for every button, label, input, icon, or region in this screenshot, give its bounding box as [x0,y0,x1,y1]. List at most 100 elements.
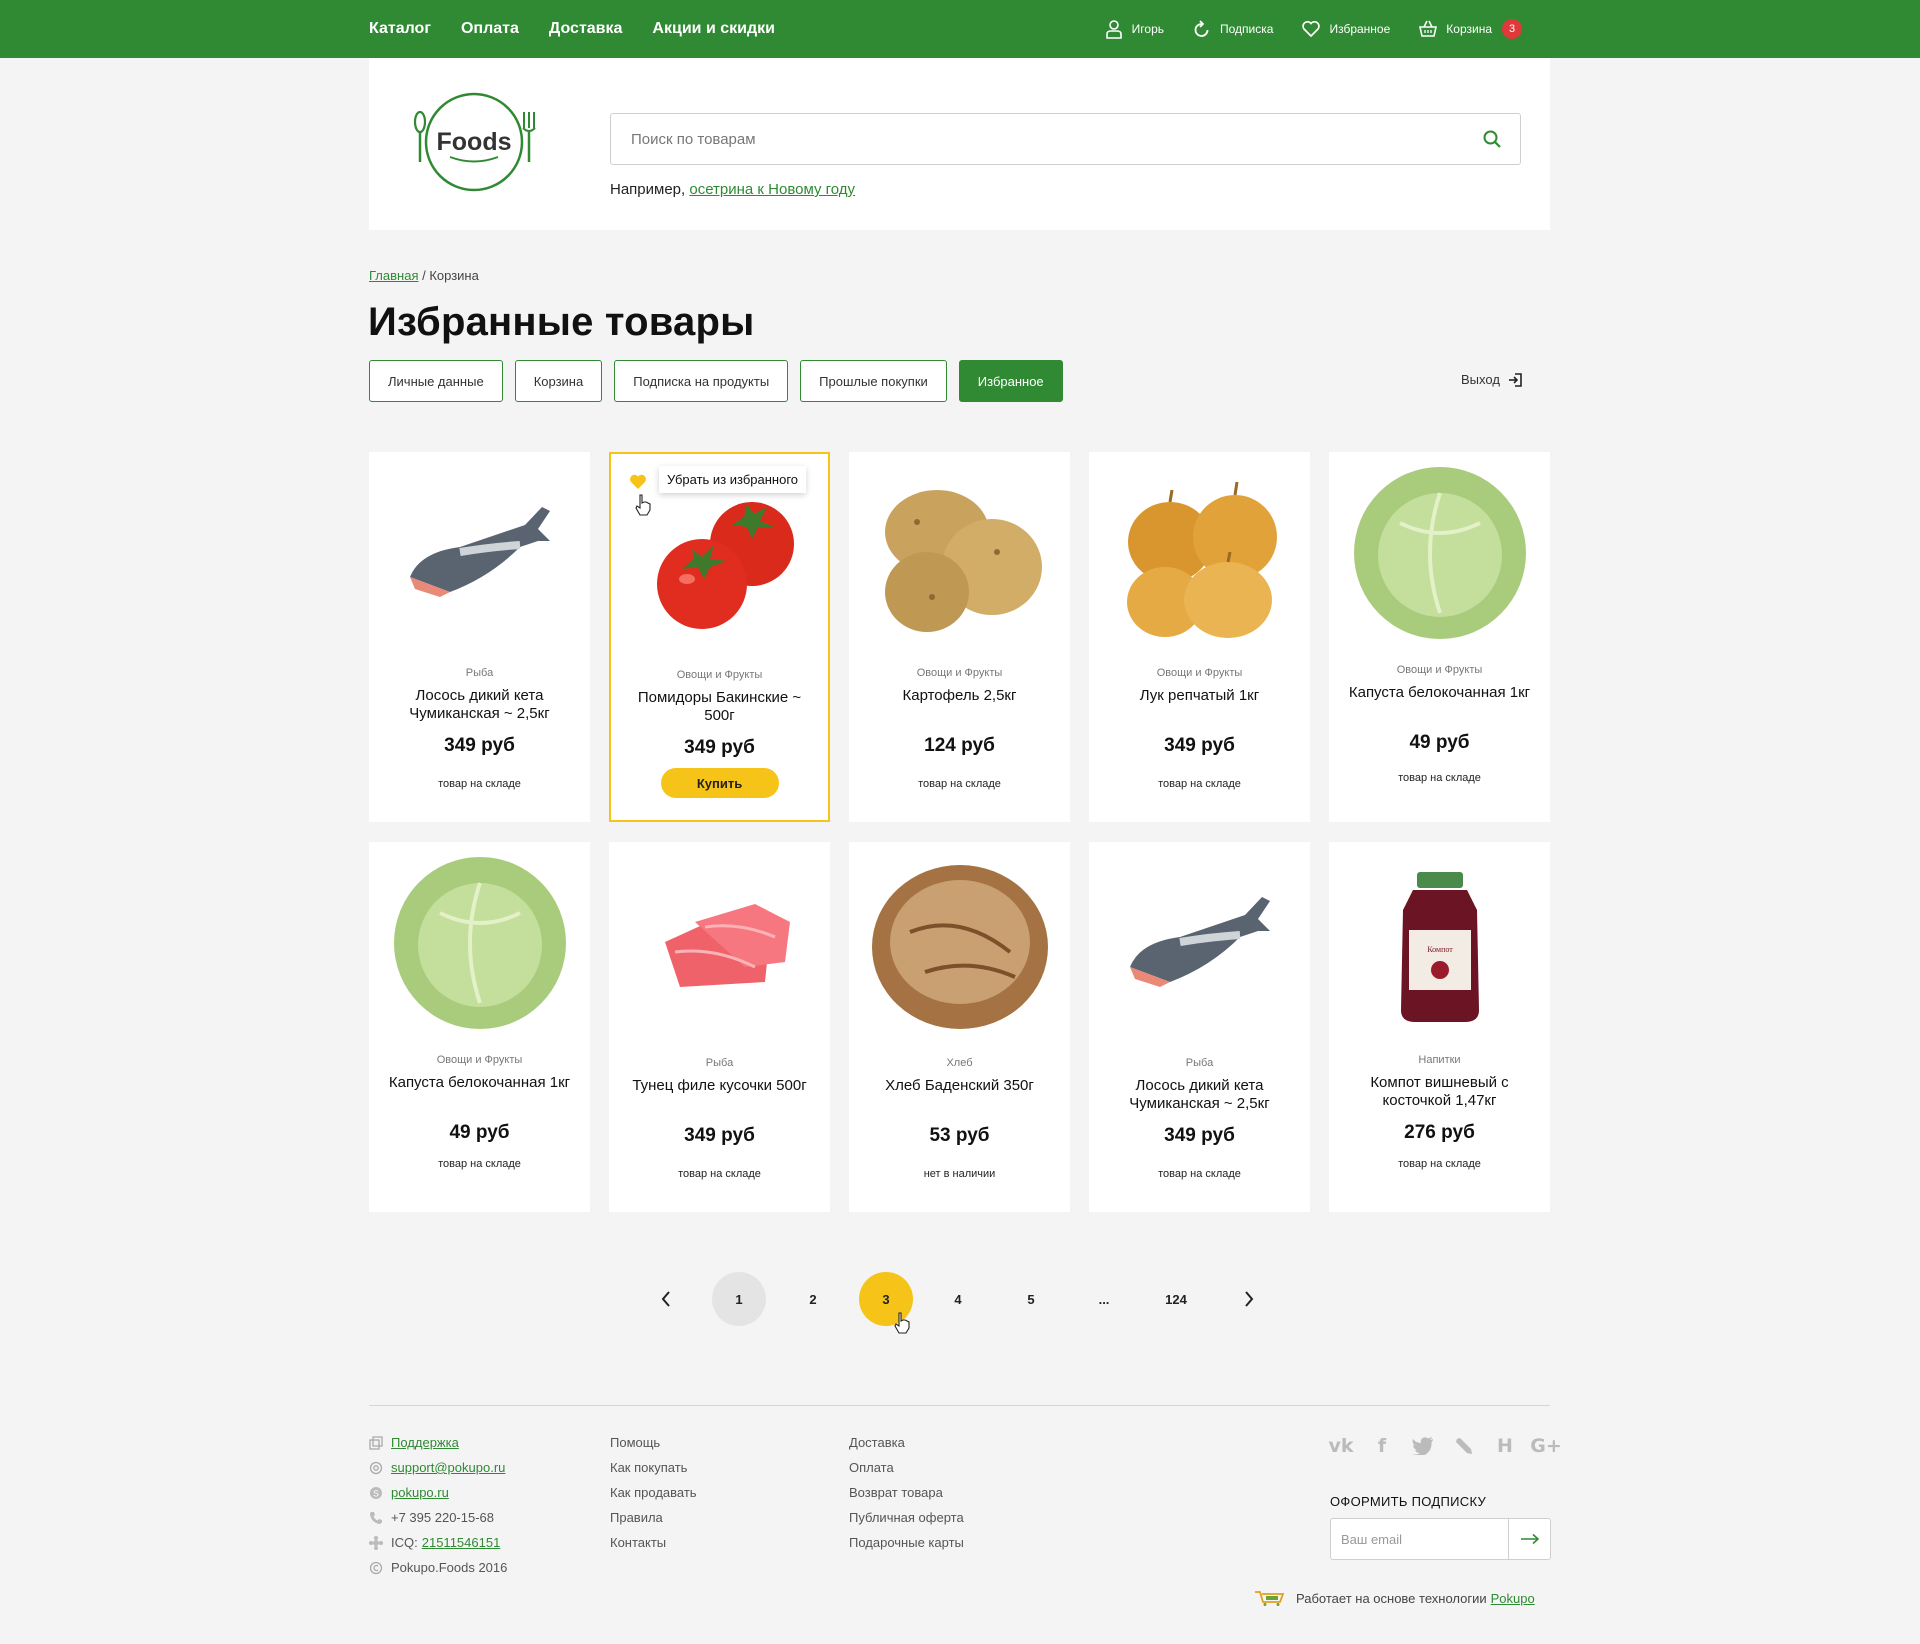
vk-icon[interactable]: vk [1328,1435,1353,1457]
facebook-icon[interactable]: f [1370,1435,1394,1457]
footer-link-returns[interactable]: Возврат товара [849,1480,964,1505]
product-name[interactable]: Тунец филе кусочки 500г [619,1077,820,1095]
product-name[interactable]: Компот вишневый с косточкой 1,47кг [1339,1074,1540,1110]
product-card[interactable]: Компот Напитки Компот вишневый с косточк… [1329,842,1550,1212]
footer-help-links: Помощь Как покупать Как продавать Правил… [610,1430,697,1555]
product-price: 349 руб [444,735,515,756]
product-card[interactable]: Овощи и Фрукты Капуста белокочанная 1кг … [369,842,590,1212]
foods-logo[interactable]: Foods [412,86,537,198]
product-name[interactable]: Лосось дикий кета Чумиканская ~ 2,5кг [1099,1077,1300,1113]
product-image-salmon[interactable] [379,462,580,652]
googleplus-icon[interactable]: G+ [1530,1435,1562,1457]
support-email-link[interactable]: support@pokupo.ru [391,1460,505,1475]
product-card[interactable]: Овощи и Фрукты Капуста белокочанная 1кг … [1329,452,1550,822]
habr-icon[interactable]: H [1493,1435,1517,1457]
page-ellipsis: ... [1098,1291,1110,1307]
page-last[interactable]: 124 [1149,1272,1203,1326]
product-name[interactable]: Картофель 2,5кг [859,687,1060,705]
footer-link-rules[interactable]: Правила [610,1505,697,1530]
hand-cursor-icon [894,1312,910,1334]
user-link[interactable]: Игорь [1104,19,1164,39]
footer-link-help[interactable]: Помощь [610,1430,697,1455]
pagination: 1 2 3 4 5 ... 124 [0,1272,1920,1334]
page-1[interactable]: 1 [712,1272,766,1326]
refresh-icon [1194,20,1209,37]
next-page-button[interactable] [1222,1272,1276,1326]
icq-link[interactable]: 21511546151 [422,1535,501,1550]
search-input[interactable] [611,114,1461,164]
product-name[interactable]: Капуста белокочанная 1кг [379,1074,580,1092]
arrow-right-icon [1520,1533,1539,1545]
product-image-salmon[interactable] [1099,852,1300,1042]
product-image-tuna[interactable] [619,852,820,1042]
product-card[interactable]: Овощи и Фрукты Лук репчатый 1кг 349 руб … [1089,452,1310,822]
chevron-left-icon [661,1291,670,1307]
product-image-cabbage[interactable] [379,848,580,1038]
copyright-text: Pokupo.Foods 2016 [391,1560,508,1575]
product-image-onion[interactable] [1099,462,1300,652]
tab-cart[interactable]: Корзина [514,360,603,402]
product-price: 349 руб [684,1125,755,1146]
page-4[interactable]: 4 [931,1272,985,1326]
basket-icon [1419,20,1438,37]
product-image-potato[interactable] [859,462,1060,652]
page-2[interactable]: 2 [786,1272,840,1326]
product-name[interactable]: Помидоры Бакинские ~ 500г [621,689,818,725]
product-name[interactable]: Капуста белокочанная 1кг [1339,684,1540,702]
footer-link-gift-cards[interactable]: Подарочные карты [849,1530,964,1555]
user-menu: Игорь Подписка Избранное Корзина 3 [1104,0,1522,58]
footer-link-public-offer[interactable]: Публичная оферта [849,1505,964,1530]
search-icon[interactable] [1482,129,1502,149]
cart-link[interactable]: Корзина 3 [1418,19,1522,39]
footer-link-how-to-sell[interactable]: Как продавать [610,1480,697,1505]
product-card[interactable]: Убрать из избранного Овощи и Фрукты Поми… [609,452,830,822]
nav-promotions[interactable]: Акции и скидки [652,20,775,38]
page-5[interactable]: 5 [1004,1272,1058,1326]
subscribe-form [1330,1518,1551,1560]
product-card[interactable]: Рыба Тунец филе кусочки 500г 349 руб тов… [609,842,830,1212]
product-image-bread[interactable] [859,852,1060,1042]
product-stock: товар на складе [438,1158,521,1170]
product-category: Рыба [705,1057,734,1069]
heart-filled-icon[interactable] [629,474,647,490]
product-price: 349 руб [684,737,755,758]
tab-past-purchases[interactable]: Прошлые покупки [800,360,947,402]
product-name[interactable]: Хлеб Баденский 350г [859,1077,1060,1095]
nav-delivery[interactable]: Доставка [549,20,623,38]
site-link[interactable]: pokupo.ru [391,1485,449,1500]
product-image-compote[interactable]: Компот [1339,852,1540,1042]
nav-payment[interactable]: Оплата [461,20,519,38]
prev-page-button[interactable] [639,1272,693,1326]
favorites-link[interactable]: Избранное [1301,19,1390,39]
subscribe-submit-button[interactable] [1508,1519,1550,1559]
tab-favorites[interactable]: Избранное [958,360,1063,402]
product-card[interactable]: Рыба Лосось дикий кета Чумиканская ~ 2,5… [1089,842,1310,1212]
pokupo-link[interactable]: Pokupo [1491,1591,1535,1606]
product-card[interactable]: Овощи и Фрукты Картофель 2,5кг 124 руб т… [849,452,1070,822]
powered-text: Работает на основе технологии [1296,1590,1487,1606]
product-card[interactable]: Рыба Лосось дикий кета Чумиканская ~ 2,5… [369,452,590,822]
logout-button[interactable]: Выход [1461,372,1522,387]
search-example-link[interactable]: осетрина к Новому году [689,181,855,198]
footer-link-payment[interactable]: Оплата [849,1455,964,1480]
breadcrumb-home[interactable]: Главная [369,268,418,283]
buy-button[interactable]: Купить [660,768,779,798]
footer-link-contacts[interactable]: Контакты [610,1530,697,1555]
footer-link-how-to-buy[interactable]: Как покупать [610,1455,697,1480]
nav-catalog[interactable]: Каталог [369,20,431,38]
product-name[interactable]: Лук репчатый 1кг [1099,687,1300,705]
product-stock: товар на складе [678,1168,761,1180]
product-image-cabbage[interactable] [1339,458,1540,648]
twitter-icon[interactable] [1411,1435,1435,1457]
product-card[interactable]: Хлеб Хлеб Баденский 350г 53 руб нет в на… [849,842,1070,1212]
tab-subscription[interactable]: Подписка на продукты [614,360,789,402]
product-stock: нет в наличии [923,1168,996,1180]
subscription-link[interactable]: Подписка [1192,19,1273,39]
support-link[interactable]: Поддержка [391,1435,459,1450]
livejournal-icon[interactable] [1452,1435,1476,1457]
product-category: Напитки [1418,1054,1461,1066]
footer-link-delivery[interactable]: Доставка [849,1430,964,1455]
tab-personal-data[interactable]: Личные данные [369,360,503,402]
subscribe-email-input[interactable] [1331,1519,1509,1559]
product-name[interactable]: Лосось дикий кета Чумиканская ~ 2,5кг [379,687,580,723]
